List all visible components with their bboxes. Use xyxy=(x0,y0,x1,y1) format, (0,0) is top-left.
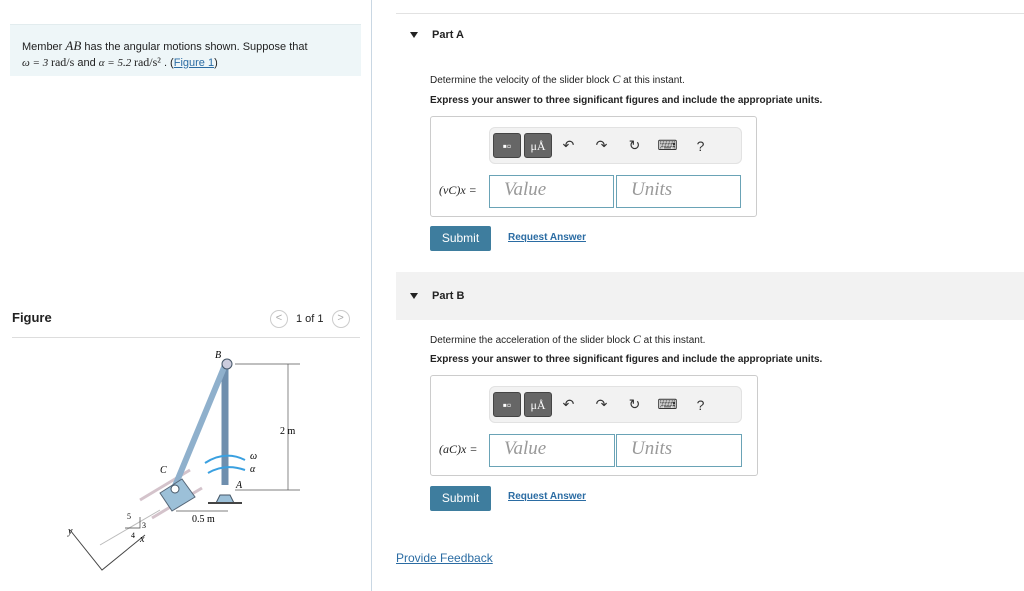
redo-icon[interactable]: ↷ xyxy=(585,137,618,154)
label-x: x xyxy=(139,534,145,545)
undo-icon[interactable]: ↶ xyxy=(552,137,585,154)
part-b-header[interactable]: Part B xyxy=(396,272,1024,320)
submit-button[interactable]: Submit xyxy=(430,226,491,251)
request-answer-link[interactable]: Request Answer xyxy=(508,491,598,502)
math-toolbar: ▪▫ μÅ ↶ ↷ ↻ ⌨ ? xyxy=(489,386,742,423)
label-4: 4 xyxy=(131,531,135,540)
text: Determine the velocity of the slider blo… xyxy=(430,75,613,86)
part-title: Part B xyxy=(432,290,465,302)
part-a-instructions: Express your answer to three significant… xyxy=(430,95,823,106)
part-b-answer-box: ▪▫ μÅ ↶ ↷ ↻ ⌨ ? (aC)x = Value Units xyxy=(430,375,758,476)
units-button[interactable]: μÅ xyxy=(524,392,552,417)
text: has the angular motions shown. Suppose t… xyxy=(81,41,308,53)
collapse-triangle-icon[interactable] xyxy=(410,293,418,299)
label-y: y xyxy=(67,526,73,537)
text: . ( xyxy=(160,57,174,69)
help-icon[interactable]: ? xyxy=(684,138,717,154)
omega-value: ω = 3 xyxy=(22,57,51,69)
part-b-question: Determine the acceleration of the slider… xyxy=(430,332,705,347)
page-indicator: 1 of 1 xyxy=(296,313,324,325)
keyboard-icon[interactable]: ⌨ xyxy=(651,396,684,413)
units-input[interactable]: Units xyxy=(616,434,742,467)
part-a-question: Determine the velocity of the slider blo… xyxy=(430,72,685,87)
answer-label: (vC)x = xyxy=(439,183,477,197)
redo-icon[interactable]: ↷ xyxy=(585,396,618,413)
figure-pager: < 1 of 1 > xyxy=(270,310,350,328)
units-input[interactable]: Units xyxy=(616,175,741,208)
text: at this instant. xyxy=(640,335,706,346)
next-figure-button[interactable]: > xyxy=(331,310,350,328)
support-a xyxy=(215,494,235,504)
text: Member xyxy=(22,41,66,53)
part-b-instructions: Express your answer to three significant… xyxy=(430,354,823,365)
request-answer-link[interactable]: Request Answer xyxy=(508,232,598,243)
figure-link[interactable]: Figure 1 xyxy=(174,57,214,69)
var: C xyxy=(632,332,641,346)
label-omega: ω xyxy=(250,451,257,462)
member-var: AB xyxy=(65,38,82,53)
problem-statement: Member AB has the angular motions shown.… xyxy=(10,24,361,76)
templates-button[interactable]: ▪▫ xyxy=(493,392,521,417)
label-b: B xyxy=(215,350,221,361)
label-height: 2 m xyxy=(280,426,296,437)
prev-figure-button[interactable]: < xyxy=(270,310,288,328)
help-icon[interactable]: ? xyxy=(684,397,717,413)
label-3: 3 xyxy=(142,521,146,530)
omega-unit: rad/s xyxy=(50,55,75,69)
templates-button[interactable]: ▪▫ xyxy=(493,133,521,158)
text: and xyxy=(74,57,99,69)
value-input[interactable]: Value xyxy=(489,434,615,467)
label-width: 0.5 m xyxy=(192,514,215,525)
alpha-unit: rad/s² xyxy=(133,55,161,69)
answer-label: (aC)x = xyxy=(439,442,478,456)
alpha-value: α = 5.2 xyxy=(98,57,134,69)
label-a: A xyxy=(235,480,243,491)
figure-label: Figure xyxy=(12,310,52,325)
pin-c xyxy=(170,484,180,494)
label-c: C xyxy=(160,465,167,476)
part-a-header[interactable]: Part A xyxy=(396,11,1024,59)
label-alpha: α xyxy=(250,464,256,475)
label-5: 5 xyxy=(127,512,131,521)
submit-button[interactable]: Submit xyxy=(430,486,491,511)
undo-icon[interactable]: ↶ xyxy=(552,396,585,413)
provide-feedback-link[interactable]: Provide Feedback xyxy=(396,551,493,565)
part-title: Part A xyxy=(432,29,464,41)
reset-icon[interactable]: ↻ xyxy=(618,137,651,154)
collapse-triangle-icon[interactable] xyxy=(410,32,418,38)
panel-divider xyxy=(371,0,372,591)
text: ) xyxy=(214,57,218,69)
math-toolbar: ▪▫ μÅ ↶ ↷ ↻ ⌨ ? xyxy=(489,127,742,164)
mechanism-figure: B C A ω α 2 m 0.5 m 5 3 4 x y xyxy=(67,350,300,571)
text: at this instant. xyxy=(620,75,685,86)
reset-icon[interactable]: ↻ xyxy=(618,396,651,413)
value-input[interactable]: Value xyxy=(489,175,614,208)
units-button[interactable]: μÅ xyxy=(524,133,552,158)
divider xyxy=(12,337,360,338)
part-a-answer-box: ▪▫ μÅ ↶ ↷ ↻ ⌨ ? (vC)x = Value Units xyxy=(430,116,757,217)
keyboard-icon[interactable]: ⌨ xyxy=(651,137,684,154)
text: Determine the acceleration of the slider… xyxy=(430,335,633,346)
pin-b xyxy=(221,358,233,370)
